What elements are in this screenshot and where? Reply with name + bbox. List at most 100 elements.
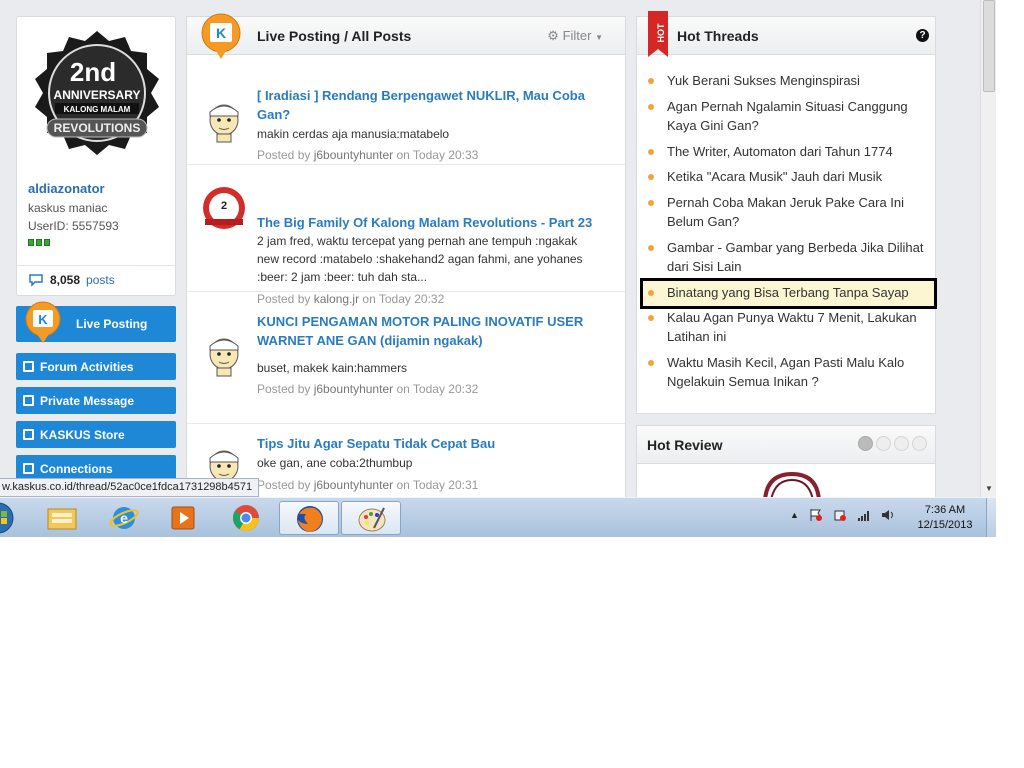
posts-count: 8,058 [50,273,81,287]
taskbar-ie[interactable]: e [94,501,154,535]
help-icon[interactable]: ? [916,29,929,42]
chrome-icon [232,505,260,532]
posts-row: 8,058 posts [28,273,115,287]
hot-thread-link-highlighted[interactable]: Binatang yang Bisa Terbang Tanpa Sayap [667,283,929,302]
avatar[interactable] [201,332,247,378]
post-author-link[interactable]: j6bountyhunter [314,478,393,492]
bullet-icon [648,360,654,366]
hot-thread-link[interactable]: Yuk Berani Sukses Menginspirasi [667,71,929,90]
hot-threads-title: Hot Threads [677,28,759,44]
live-posting-header: K Live Posting / All Posts ⚙ Filter ▼ [187,13,625,59]
post-author-link[interactable]: j6bountyhunter [314,382,393,396]
paint-icon [358,507,386,532]
user-title: kaskus maniac [28,201,108,215]
carousel-dot[interactable] [912,436,927,451]
hot-thread-link[interactable]: Kalau Agan Punya Waktu 7 Menit, Lakukan … [667,308,929,346]
post-author-link[interactable]: j6bountyhunter [314,148,393,162]
carousel-dot[interactable] [894,436,909,451]
vertical-scrollbar[interactable]: ▼ [980,0,996,497]
folder-icon [47,508,77,530]
hot-thread-link[interactable]: The Writer, Automaton dari Tahun 1774 [667,142,929,161]
nav-forum-activities[interactable]: Forum Activities [16,353,176,380]
flag-icon[interactable] [809,508,823,522]
hot-thread-link[interactable]: Ketika "Acara Musik" Jauh dari Musik [667,167,929,186]
taskbar-explorer[interactable] [32,501,92,535]
show-hidden-icons-icon[interactable]: ▲ [790,510,799,520]
hot-ribbon-label: HOT [656,23,666,43]
show-desktop-button[interactable] [986,498,996,537]
posted-by-label: Posted by [257,478,311,492]
network-signal-icon[interactable] [857,508,871,522]
hot-thread-link[interactable]: Pernah Coba Makan Jeruk Pake Cara Ini Be… [667,193,929,231]
nav-live-posting[interactable]: K Live Posting [16,301,176,343]
post-excerpt: 2 jam fred, waktu tercepat yang pernah a… [257,234,583,284]
carousel-dot[interactable] [858,436,873,451]
post-title-link[interactable]: The Big Family Of Kalong Malam Revolutio… [257,213,607,232]
badge-anniversary: ANNIVERSARY [54,88,141,102]
volume-icon[interactable] [881,508,895,522]
firefox-icon [297,506,323,532]
gear-icon: ⚙ [547,28,559,43]
posts-link[interactable]: posts [86,273,115,287]
nav-kaskus-store-label: KASKUS Store [40,427,125,442]
nav-forum-activities-label: Forum Activities [40,359,134,374]
list-item: KUNCI PENGAMAN MOTOR PALING INOVATIF USE… [187,312,625,424]
scrollbar-thumb[interactable] [983,0,995,92]
post-excerpt: oke gan, ane coba:2thumbup [257,456,413,470]
nav-kaskus-store[interactable]: KASKUS Store [16,421,176,448]
filter-dropdown[interactable]: ⚙ Filter ▼ [547,28,603,44]
status-url: w.kaskus.co.id/thread/52ac0ce1fdca173129… [0,478,260,497]
start-button[interactable] [0,501,26,535]
post-title-link[interactable]: [ Iradiasi ] Rendang Berpengawet NUKLIR,… [257,86,607,124]
scroll-down-arrow-icon[interactable]: ▼ [985,484,993,493]
bullet-icon [648,290,654,296]
cart-icon [23,429,34,440]
hot-review-title: Hot Review [647,437,723,453]
post-time: on Today 20:32 [396,382,479,396]
internet-explorer-icon: e [109,507,139,529]
post-meta: Posted by j6bountyhunter on Today 20:32 [257,382,478,396]
hot-thread-link[interactable]: Agan Pernah Ngalamin Situasi Canggung Ka… [667,97,929,135]
bullet-icon [648,78,654,84]
clock[interactable]: 7:36 AM 12/15/2013 [912,503,978,533]
post-meta: Posted by j6bountyhunter on Today 20:33 [257,148,478,162]
anniversary-badge: 2nd ANNIVERSARY KALONG MALAM REVOLUTIONS [35,31,159,155]
bullet-icon [648,315,654,321]
taskbar-firefox[interactable] [279,501,339,535]
taskbar-chrome[interactable] [216,501,276,535]
post-excerpt: makin cerdas aja manusia:matabelo [257,127,450,141]
filter-label: Filter [562,28,592,43]
hot-threads-panel: HOT Hot Threads ? Yuk Berani Sukses Meng… [636,11,937,414]
post-meta: Posted by kalong.jr on Today 20:32 [257,292,444,306]
post-time: on Today 20:31 [396,478,479,492]
battery-icon[interactable] [833,508,847,522]
system-tray: ▲ [790,508,895,522]
svg-text:K: K [38,312,48,327]
badge-kalong: KALONG MALAM [64,105,131,114]
username-link[interactable]: aldiazonator [28,181,105,196]
bag-image[interactable] [757,470,827,497]
carousel-dot[interactable] [876,436,891,451]
windows-orb-icon [0,502,14,534]
live-posting-title: Live Posting / All Posts [257,28,412,44]
taskbar-paint[interactable] [341,501,401,535]
post-title-link[interactable]: Tips Jitu Agar Sepatu Tidak Cepat Bau [257,434,607,453]
profile-card: 2nd ANNIVERSARY KALONG MALAM REVOLUTIONS… [16,16,176,296]
taskbar-media-player[interactable] [154,501,214,535]
divider [17,265,175,266]
user-id: UserID: 5557593 [28,219,119,233]
nav-private-message[interactable]: Private Message [16,387,176,414]
posted-by-label: Posted by [257,382,311,396]
badge-number: 2nd [70,57,116,87]
avatar[interactable] [201,98,247,144]
list-item: [ Iradiasi ] Rendang Berpengawet NUKLIR,… [187,56,625,165]
hot-review-panel: Hot Review [636,425,936,497]
hot-thread-link[interactable]: Waktu Masih Kecil, Agan Pasti Malu Kalo … [667,353,929,391]
hot-thread-link[interactable]: Gambar - Gambar yang Berbeda Jika Diliha… [667,238,929,276]
bullet-icon [648,174,654,180]
speech-bubble-icon [29,274,43,287]
post-author-link[interactable]: kalong.jr [314,292,359,306]
badge-revolutions: REVOLUTIONS [54,121,141,135]
avatar[interactable]: 2 [201,185,247,231]
post-title-link[interactable]: KUNCI PENGAMAN MOTOR PALING INOVATIF USE… [257,312,607,350]
